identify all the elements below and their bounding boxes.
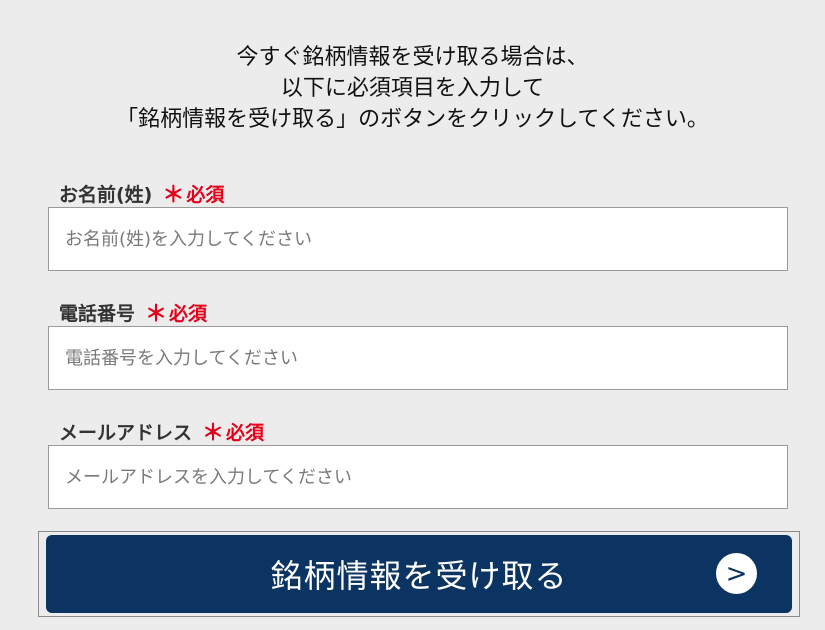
intro-line-1: 今すぐ銘柄情報を受け取る場合は、 <box>236 45 589 70</box>
intro-text: 今すぐ銘柄情報を受け取る場合は、 以下に必須項目を入力して 「銘柄情報を受け取る… <box>0 42 825 135</box>
name-input-box <box>48 207 788 271</box>
submit-button-label: 銘柄情報を受け取る <box>270 557 568 595</box>
phone-label-text: 電話番号 <box>59 302 136 325</box>
required-text: 必須 <box>169 302 208 325</box>
required-asterisk: ＊ <box>162 183 185 208</box>
required-badge: ＊ 必須 <box>162 177 224 209</box>
required-badge: ＊ 必須 <box>145 296 207 328</box>
intro-line-2: 以下に必須項目を入力して <box>280 76 545 101</box>
name-input[interactable] <box>49 208 787 270</box>
name-label-text: お名前(姓) <box>59 183 153 206</box>
name-field-label: お名前(姓) ＊ 必須 <box>59 177 224 209</box>
required-text: 必須 <box>226 421 265 444</box>
phone-input-box <box>48 326 788 390</box>
email-field-label: メールアドレス ＊ 必須 <box>59 415 264 447</box>
required-asterisk: ＊ <box>202 421 225 446</box>
phone-field-label: 電話番号 ＊ 必須 <box>59 296 207 328</box>
required-badge: ＊ 必須 <box>202 415 264 447</box>
email-label-text: メールアドレス <box>59 421 193 444</box>
email-input[interactable] <box>49 446 787 508</box>
intro-line-3: 「銘柄情報を受け取る」のボタンをクリックしてください。 <box>116 107 709 132</box>
submit-button[interactable]: 銘柄情報を受け取る > <box>46 535 792 613</box>
required-asterisk: ＊ <box>145 302 168 327</box>
chevron-right-icon: > <box>716 553 757 594</box>
required-text: 必須 <box>186 183 225 206</box>
phone-input[interactable] <box>49 327 787 389</box>
email-input-box <box>48 445 788 509</box>
